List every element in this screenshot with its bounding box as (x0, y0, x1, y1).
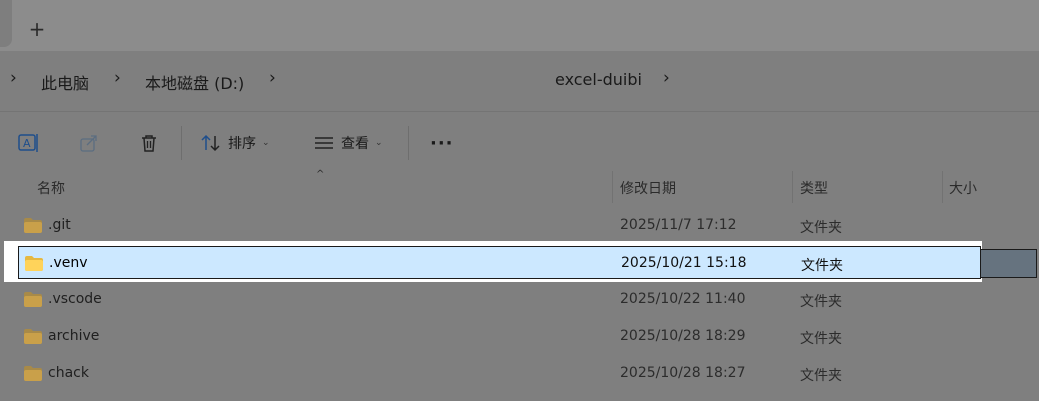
breadcrumb-item-this-pc[interactable]: 此电脑 (41, 70, 89, 94)
file-modified: 2025/10/28 18:27 (620, 365, 746, 381)
breadcrumb-item-drive-d[interactable]: 本地磁盘 (D:) (145, 70, 244, 94)
file-modified: 2025/10/21 15:18 (621, 255, 747, 271)
folder-icon (24, 218, 42, 233)
file-type: 文件夹 (800, 368, 842, 384)
file-name: .venv (49, 255, 88, 271)
file-name: archive (48, 328, 100, 344)
list-item[interactable]: .vscode 2025/10/22 11:40 文件夹 (18, 283, 981, 316)
file-name: .git (48, 217, 71, 233)
chevron-right-icon[interactable]: › (269, 68, 276, 88)
column-headers: ^ 名称 修改日期 类型 大小 (0, 169, 1039, 203)
toolbar-divider (181, 126, 182, 160)
sort-label: 排序 (228, 136, 256, 152)
file-type: 文件夹 (800, 331, 842, 347)
delete-button[interactable] (138, 130, 160, 156)
svg-text:A: A (23, 137, 31, 150)
chevron-down-icon: ⌄ (262, 138, 270, 148)
file-name: .vscode (48, 291, 102, 307)
list-item[interactable]: archive 2025/10/28 18:29 文件夹 (18, 320, 981, 353)
file-name: chack (48, 365, 89, 381)
view-button[interactable]: 查看 ⌄ (313, 130, 383, 156)
breadcrumb: › 此电脑 › 本地磁盘 (D:) › excel-duibi › (0, 51, 1039, 111)
sort-ascending-icon: ^ (316, 169, 325, 180)
active-tab[interactable] (0, 0, 12, 47)
file-type: 文件夹 (800, 220, 842, 236)
rename-icon: A (18, 134, 38, 152)
list-item[interactable]: .git 2025/11/7 17:12 文件夹 (18, 209, 981, 242)
breadcrumb-item-current-folder[interactable]: excel-duibi (555, 70, 642, 89)
column-divider[interactable] (792, 171, 793, 203)
file-modified: 2025/10/22 11:40 (620, 291, 746, 307)
file-type: 文件夹 (800, 294, 842, 310)
more-icon: ··· (430, 132, 454, 154)
column-divider[interactable] (612, 171, 613, 203)
file-type: 文件夹 (801, 258, 843, 274)
share-icon (80, 135, 97, 152)
chevron-down-icon: ⌄ (375, 138, 383, 148)
view-label: 查看 (341, 136, 369, 152)
folder-icon (24, 366, 42, 381)
list-item-selected[interactable]: .venv 2025/10/21 15:18 文件夹 (18, 246, 981, 279)
folder-icon (24, 329, 42, 344)
trash-icon (142, 135, 156, 152)
share-button[interactable] (78, 130, 100, 156)
column-header-type[interactable]: 类型 (800, 178, 828, 198)
file-modified: 2025/10/28 18:29 (620, 328, 746, 344)
file-modified: 2025/11/7 17:12 (620, 217, 737, 233)
plus-icon[interactable]: + (26, 18, 48, 40)
chevron-right-icon[interactable]: › (10, 68, 17, 88)
column-header-name[interactable]: 名称 (37, 178, 65, 198)
sort-icon (201, 134, 220, 152)
rename-button[interactable]: A (17, 130, 41, 156)
tab-strip: + (0, 0, 1039, 51)
command-bar: A 排序 ⌄ 查看 ⌄ ··· (0, 111, 1039, 172)
folder-icon (25, 256, 43, 271)
toolbar-divider (408, 126, 409, 160)
more-options-button[interactable]: ··· (430, 130, 454, 156)
column-header-size[interactable]: 大小 (949, 178, 977, 198)
chevron-right-icon[interactable]: › (114, 68, 121, 88)
list-item[interactable]: chack 2025/10/28 18:27 文件夹 (18, 357, 981, 390)
chevron-right-icon[interactable]: › (663, 68, 670, 88)
column-divider[interactable] (942, 171, 943, 203)
folder-icon (24, 292, 42, 307)
column-header-modified[interactable]: 修改日期 (620, 178, 676, 198)
selection-overflow (981, 249, 1037, 278)
sort-button[interactable]: 排序 ⌄ (200, 130, 270, 156)
view-list-icon (315, 137, 333, 149)
